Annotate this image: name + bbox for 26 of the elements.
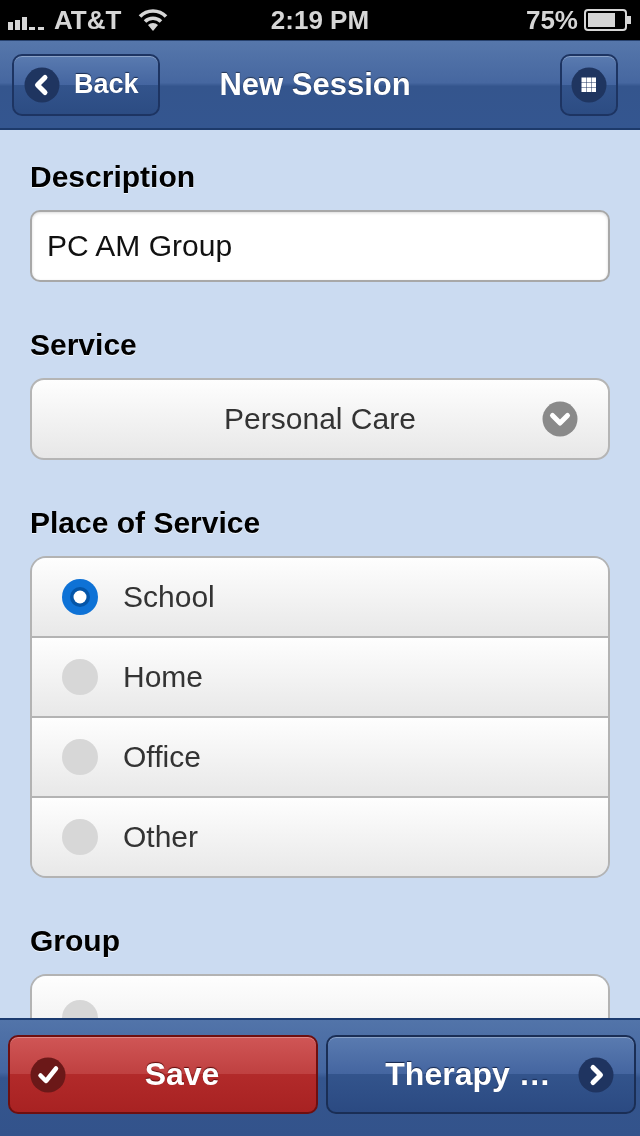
wifi-icon: [137, 8, 170, 32]
chevron-right-icon: [578, 1056, 614, 1093]
chevron-down-icon: [542, 401, 578, 437]
check-icon: [30, 1056, 66, 1093]
save-button[interactable]: Save: [8, 1035, 318, 1114]
radio-option[interactable]: School: [32, 558, 608, 636]
battery-percent: 75%: [525, 4, 578, 36]
grid-menu-button[interactable]: [560, 53, 618, 116]
status-time: 2:19 PM: [270, 4, 370, 36]
service-select[interactable]: Personal Care: [30, 378, 610, 460]
field-label: Service: [30, 327, 138, 363]
carrier-name: AT&T: [54, 4, 122, 36]
field-label: Group: [30, 923, 121, 959]
grid-icon: [571, 66, 607, 103]
battery-icon: [584, 9, 632, 31]
field-label: Place of Service: [30, 505, 262, 541]
radio-option[interactable]: Office: [32, 716, 608, 796]
back-button[interactable]: Back: [12, 53, 160, 116]
signal-icon: [8, 14, 46, 30]
page-title: New Session: [219, 66, 411, 103]
field-label: Description: [30, 159, 197, 195]
radio-option[interactable]: Home: [32, 636, 608, 716]
forward-button[interactable]: Therapy …: [326, 1035, 636, 1114]
radio-option[interactable]: Other: [32, 796, 608, 876]
description-field[interactable]: PC AM Group: [30, 210, 610, 282]
chevron-left-icon: [24, 66, 60, 103]
